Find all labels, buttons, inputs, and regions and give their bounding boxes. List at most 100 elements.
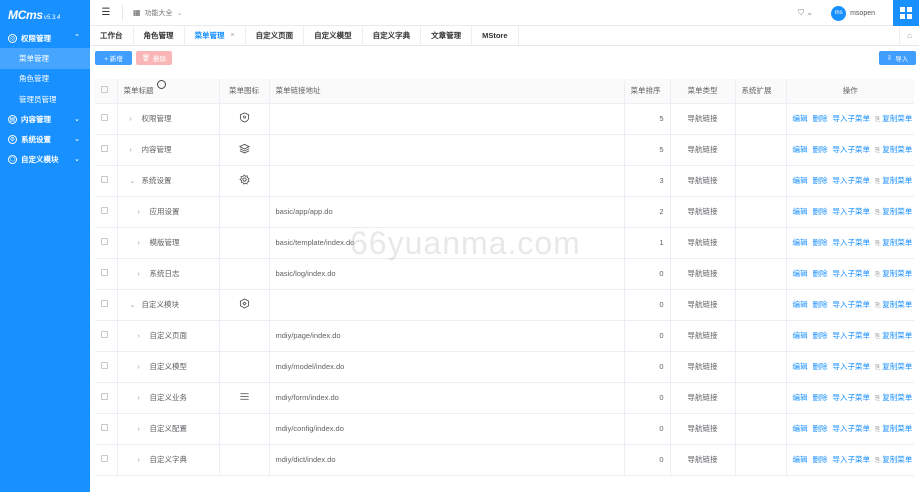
delete-link[interactable]: 删除 (813, 176, 828, 185)
copy-menu-link[interactable]: ⎘ 复制菜单 (875, 114, 912, 123)
copy-menu-link[interactable]: ⎘ 复制菜单 (875, 362, 912, 371)
import-submenu-link[interactable]: 导入子菜单 (833, 145, 871, 154)
table-row[interactable]: › 自定义字典 mdiy/dict/index.do 0 导航链接 编辑 删除 导入子菜单 ⎘ 复… (95, 444, 914, 476)
tab-2[interactable]: 菜单管理 × (185, 26, 246, 45)
delete-link[interactable]: 删除 (813, 207, 828, 216)
edit-link[interactable]: 编辑 (793, 424, 808, 433)
delete-link[interactable]: 删除 (813, 114, 828, 123)
edit-link[interactable]: 编辑 (793, 238, 808, 247)
delete-link[interactable]: 删除 (813, 393, 828, 402)
copy-menu-link[interactable]: ⎘ 复制菜单 (875, 300, 912, 309)
sidebar-item-0-1[interactable]: 角色管理 (0, 69, 90, 90)
copy-menu-link[interactable]: ⎘ 复制菜单 (875, 393, 912, 402)
table-row[interactable]: › 权限管理 5 导航链接 编辑 删除 导入子菜单 ⎘ 复制菜单 (95, 103, 914, 135)
table-row[interactable]: › 系统日志 basic/log/index.do 0 导航链接 编辑 删除 导入子菜单 ⎘ 复制… (95, 258, 914, 290)
table-row[interactable]: › 内容管理 5 导航链接 编辑 删除 导入子菜单 ⎘ 复制菜单 (95, 134, 914, 166)
copy-menu-link[interactable]: ⎘ 复制菜单 (875, 331, 912, 340)
import-submenu-link[interactable]: 导入子菜单 (833, 176, 871, 185)
select-all-checkbox[interactable] (95, 79, 117, 104)
import-submenu-link[interactable]: 导入子菜单 (833, 207, 871, 216)
menu-toggle-icon[interactable]: ☰ (90, 7, 122, 18)
delete-link[interactable]: 删除 (813, 362, 828, 371)
expand-down-icon[interactable]: ⌄ (130, 301, 136, 309)
avatar[interactable]: ms (831, 5, 847, 21)
delete-link[interactable]: 删除 (813, 455, 828, 464)
row-checkbox[interactable] (95, 103, 117, 135)
row-checkbox[interactable] (95, 413, 117, 445)
delete-link[interactable]: 删除 (813, 269, 828, 278)
delete-link[interactable]: 删除 (813, 331, 828, 340)
edit-link[interactable]: 编辑 (793, 114, 808, 123)
tab-0[interactable]: 工作台 (90, 26, 134, 45)
table-row[interactable]: › 自定义页面 mdiy/page/index.do 0 导航链接 编辑 删除 导入子菜单 ⎘ 复… (95, 320, 914, 352)
edit-link[interactable]: 编辑 (793, 176, 808, 185)
theme-icon[interactable]: ⛉ ⌄ (798, 8, 813, 18)
row-checkbox[interactable] (95, 444, 117, 476)
sidebar-group-0[interactable]: ◎ 权限管理 ⌃ (0, 28, 90, 48)
delete-link[interactable]: 删除 (813, 238, 828, 247)
tab-1[interactable]: 角色管理 (134, 26, 185, 45)
expand-down-icon[interactable]: ⌄ (130, 177, 136, 185)
copy-menu-link[interactable]: ⎘ 复制菜单 (875, 176, 912, 185)
copy-menu-link[interactable]: ⎘ 复制菜单 (875, 145, 912, 154)
delete-button[interactable]: 🗑 删除 (136, 51, 172, 65)
expand-right-icon[interactable]: › (138, 240, 144, 247)
import-submenu-link[interactable]: 导入子菜单 (833, 269, 871, 278)
sidebar-item-0-0[interactable]: 菜单管理 (0, 48, 90, 69)
delete-link[interactable]: 删除 (813, 145, 828, 154)
edit-link[interactable]: 编辑 (793, 300, 808, 309)
expand-right-icon[interactable]: › (130, 116, 136, 123)
edit-link[interactable]: 编辑 (793, 207, 808, 216)
copy-menu-link[interactable]: ⎘ 复制菜单 (875, 455, 912, 464)
delete-link[interactable]: 删除 (813, 424, 828, 433)
sidebar-group-3[interactable]: ⬡ 自定义模块 ⌄ (0, 150, 90, 170)
edit-link[interactable]: 编辑 (793, 362, 808, 371)
expand-right-icon[interactable]: › (138, 426, 144, 433)
tab-options-icon[interactable]: ⌂ (899, 26, 919, 45)
copy-menu-link[interactable]: ⎘ 复制菜单 (875, 424, 912, 433)
apps-grid-icon[interactable] (893, 0, 919, 26)
import-submenu-link[interactable]: 导入子菜单 (833, 331, 871, 340)
expand-right-icon[interactable]: › (138, 271, 144, 278)
sidebar-group-2[interactable]: ⚙ 系统设置 ⌄ (0, 130, 90, 150)
sidebar-item-0-2[interactable]: 管理员管理 (0, 89, 90, 110)
row-checkbox[interactable] (95, 382, 117, 414)
copy-menu-link[interactable]: ⎘ 复制菜单 (875, 269, 912, 278)
close-icon[interactable]: × (231, 32, 235, 39)
edit-link[interactable]: 编辑 (793, 145, 808, 154)
import-submenu-link[interactable]: 导入子菜单 (833, 393, 871, 402)
edit-link[interactable]: 编辑 (793, 331, 808, 340)
row-checkbox[interactable] (95, 227, 117, 259)
row-checkbox[interactable] (95, 134, 117, 166)
copy-menu-link[interactable]: ⎘ 复制菜单 (875, 238, 912, 247)
delete-link[interactable]: 删除 (813, 300, 828, 309)
expand-right-icon[interactable]: › (138, 457, 144, 464)
expand-right-icon[interactable]: › (138, 209, 144, 216)
function-dropdown[interactable]: ▦ 功能大全 ⌄ (133, 8, 182, 18)
import-submenu-link[interactable]: 导入子菜单 (833, 362, 871, 371)
edit-link[interactable]: 编辑 (793, 455, 808, 464)
edit-link[interactable]: 编辑 (793, 393, 808, 402)
tab-6[interactable]: 文章管理 (421, 26, 473, 45)
tab-7[interactable]: MStore (472, 26, 519, 45)
expand-right-icon[interactable]: › (138, 395, 144, 402)
import-submenu-link[interactable]: 导入子菜单 (833, 300, 871, 309)
table-row[interactable]: › 模版管理 basic/template/index.do 1 导航链接 编辑 删除 导入子… (95, 227, 914, 259)
row-checkbox[interactable] (95, 351, 117, 383)
table-row[interactable]: › 自定义配置 mdiy/config/index.do 0 导航链接 编辑 删除 导入子菜单… (95, 413, 914, 445)
row-checkbox[interactable] (95, 289, 117, 321)
edit-link[interactable]: 编辑 (793, 269, 808, 278)
expand-right-icon[interactable]: › (138, 333, 144, 340)
table-row[interactable]: › 自定义模型 mdiy/model/index.do 0 导航链接 编辑 删除 导入子菜单 ⎘… (95, 351, 914, 383)
table-row[interactable]: ⌄ 自定义模块 0 导航链接 编辑 删除 导入子菜单 ⎘ 复制菜单 (95, 289, 914, 321)
table-row[interactable]: › 自定义业务 mdiy/form/index.do 0 导航链接 编辑 删除 导入子菜单 ⎘ 复… (95, 382, 914, 414)
tab-3[interactable]: 自定义页面 (246, 26, 305, 45)
row-checkbox[interactable] (95, 320, 117, 352)
tab-4[interactable]: 自定义模型 (304, 26, 363, 45)
import-submenu-link[interactable]: 导入子菜单 (833, 238, 871, 247)
expand-right-icon[interactable]: › (138, 364, 144, 371)
row-checkbox[interactable] (95, 165, 117, 197)
table-row[interactable]: ⌄ 系统设置 3 导航链接 编辑 删除 导入子菜单 ⎘ 复制菜单 (95, 165, 914, 197)
tab-5[interactable]: 自定义字典 (363, 26, 422, 45)
import-submenu-link[interactable]: 导入子菜单 (833, 455, 871, 464)
